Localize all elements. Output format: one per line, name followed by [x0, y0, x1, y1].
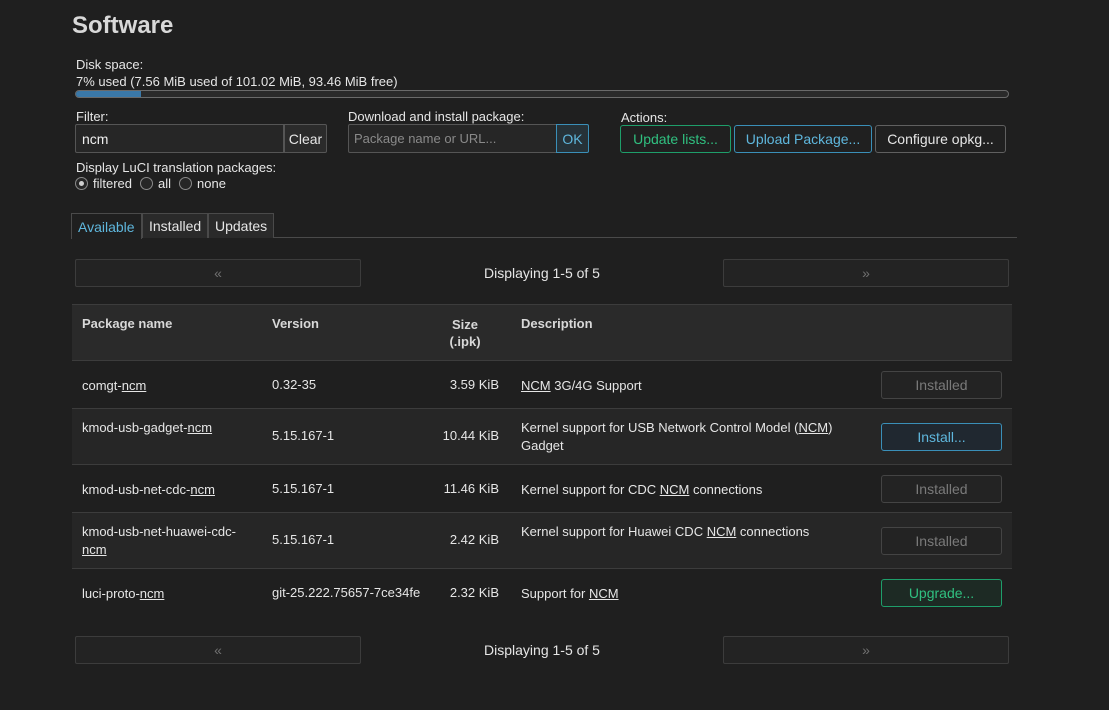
- package-description: Kernel support for Huawei CDC NCM connec…: [521, 523, 861, 541]
- translation-label: Display LuCI translation packages:: [76, 160, 277, 175]
- description-suffix: connections: [736, 524, 810, 539]
- tab-available[interactable]: Available: [71, 213, 142, 239]
- translation-radio-group: filtered all none: [75, 176, 234, 191]
- header-package-name: Package name: [82, 316, 173, 331]
- update-lists-button[interactable]: Update lists...: [620, 125, 731, 153]
- page-title: Software: [72, 12, 174, 39]
- radio-none-circle[interactable]: [179, 177, 193, 190]
- pager-next-button-top[interactable]: »: [723, 259, 1009, 287]
- package-name-cell: kmod-usb-net-huawei-cdc-ncm: [82, 523, 257, 559]
- package-description: Kernel support for USB Network Control M…: [521, 419, 861, 455]
- download-label: Download and install package:: [348, 109, 525, 124]
- description-prefix: Support for: [521, 586, 589, 601]
- package-name-prefix: comgt-: [82, 378, 122, 393]
- installed-button: Installed: [881, 371, 1002, 399]
- description-match: NCM: [588, 586, 619, 601]
- radio-none-label: none: [197, 176, 226, 191]
- radio-filtered[interactable]: filtered: [75, 176, 132, 191]
- package-size: 2.42 KiB: [449, 532, 499, 547]
- pager-next-button-bottom[interactable]: »: [723, 636, 1009, 664]
- disk-space-text: 7% used (7.56 MiB used of 101.02 MiB, 93…: [76, 74, 398, 89]
- package-name-prefix: kmod-usb-gadget-: [82, 420, 188, 435]
- pager-status-top: Displaying 1-5 of 5: [484, 265, 600, 281]
- installed-button: Installed: [881, 475, 1002, 503]
- radio-filtered-circle[interactable]: [75, 177, 88, 190]
- radio-none[interactable]: none: [179, 176, 226, 191]
- package-version: git-25.222.75657-7ce34fe: [272, 585, 421, 600]
- package-name-match: ncm: [82, 542, 107, 557]
- installed-button: Installed: [881, 527, 1002, 555]
- table-row: kmod-usb-gadget-ncm 5.15.167-1 10.44 KiB Ke…: [72, 408, 1012, 464]
- package-version: 5.15.167-1: [272, 481, 335, 496]
- package-table: Package name Version Size (.ipk) Descrip…: [72, 304, 1012, 616]
- header-size: Size (.ipk): [442, 316, 488, 350]
- radio-all-circle[interactable]: [140, 177, 154, 190]
- radio-all[interactable]: all: [140, 176, 171, 191]
- package-size: 11.46 KiB: [443, 481, 499, 496]
- package-name-match: ncm: [190, 482, 215, 497]
- header-size-line1: Size: [451, 317, 478, 332]
- tab-updates[interactable]: Updates: [208, 213, 275, 238]
- package-name-match: ncm: [121, 378, 147, 393]
- header-size-line2: (.ipk): [449, 334, 481, 349]
- disk-usage-fill: [76, 91, 142, 97]
- description-suffix: connections: [689, 482, 763, 497]
- description-match: NCM: [659, 482, 690, 497]
- package-name-prefix: kmod-usb-net-cdc-: [82, 482, 191, 497]
- pager-status-bottom: Displaying 1-5 of 5: [484, 642, 600, 658]
- package-name-match: ncm: [139, 586, 165, 601]
- table-row: kmod-usb-net-huawei-cdc-ncm 5.15.167-1 2.4…: [72, 512, 1012, 568]
- package-version: 5.15.167-1: [272, 428, 335, 443]
- table-row: kmod-usb-net-cdc-ncm 5.15.167-1 11.46 KiB K…: [72, 464, 1012, 512]
- pager-prev-button-bottom[interactable]: «: [75, 636, 361, 664]
- package-size: 3.59 KiB: [449, 377, 499, 392]
- package-description: Support for NCM: [521, 585, 861, 603]
- disk-usage-bar: [75, 90, 1009, 98]
- package-description: NCM 3G/4G Support: [521, 377, 861, 395]
- description-match: NCM: [706, 524, 737, 539]
- software-page: Software Disk space: 7% used (7.56 MiB u…: [0, 0, 1109, 710]
- table-row: comgt-ncm 0.32-35 3.59 KiB NCM 3G/4G Suppor…: [72, 360, 1012, 408]
- package-description: Kernel support for CDC NCM connections: [521, 481, 861, 499]
- upgrade-button[interactable]: Upgrade...: [881, 579, 1002, 607]
- package-url-input[interactable]: [348, 124, 557, 153]
- disk-space-label: Disk space:: [76, 57, 144, 72]
- install-button[interactable]: Install...: [881, 423, 1002, 451]
- filter-label: Filter:: [76, 109, 109, 124]
- table-header: Package name Version Size (.ipk) Descrip…: [72, 304, 1012, 360]
- header-version: Version: [272, 316, 319, 331]
- description-prefix: Kernel support for USB Network Control M…: [521, 420, 799, 435]
- package-name-match: ncm: [187, 420, 213, 435]
- package-name-cell: comgt-ncm: [82, 377, 257, 395]
- package-name-prefix: kmod-usb-net-huawei-cdc-: [82, 524, 236, 539]
- install-ok-button[interactable]: OK: [556, 124, 589, 153]
- package-name-cell: kmod-usb-gadget-ncm: [82, 419, 257, 437]
- description-suffix: 3G/4G Support: [550, 378, 642, 393]
- description-prefix: Kernel support for Huawei CDC: [521, 524, 707, 539]
- description-match: NCM: [521, 378, 551, 393]
- table-row: luci-proto-ncm git-25.222.75657-7ce34fe 2.…: [72, 568, 1012, 616]
- actions-label: Actions:: [621, 110, 668, 125]
- package-name-cell: luci-proto-ncm: [82, 585, 257, 603]
- package-version: 5.15.167-1: [272, 532, 335, 547]
- package-version: 0.32-35: [272, 377, 317, 392]
- package-size: 2.32 KiB: [449, 585, 499, 600]
- clear-filter-button[interactable]: Clear: [284, 124, 327, 153]
- tab-installed[interactable]: Installed: [142, 213, 209, 238]
- package-name-prefix: luci-proto-: [82, 586, 140, 601]
- description-prefix: Kernel support for CDC: [521, 482, 660, 497]
- description-match: NCM: [798, 420, 829, 435]
- pager-prev-button-top[interactable]: «: [75, 259, 361, 287]
- package-size: 10.44 KiB: [442, 428, 499, 443]
- filter-input[interactable]: [75, 124, 284, 153]
- package-name-cell: kmod-usb-net-cdc-ncm: [82, 481, 257, 499]
- radio-all-label: all: [158, 176, 172, 191]
- upload-package-button[interactable]: Upload Package...: [734, 125, 872, 153]
- table-body: comgt-ncm 0.32-35 3.59 KiB NCM 3G/4G Suppor…: [72, 360, 1012, 616]
- header-description: Description: [521, 316, 593, 331]
- configure-opkg-button[interactable]: Configure opkg...: [875, 125, 1006, 153]
- radio-filtered-label: filtered: [93, 176, 133, 191]
